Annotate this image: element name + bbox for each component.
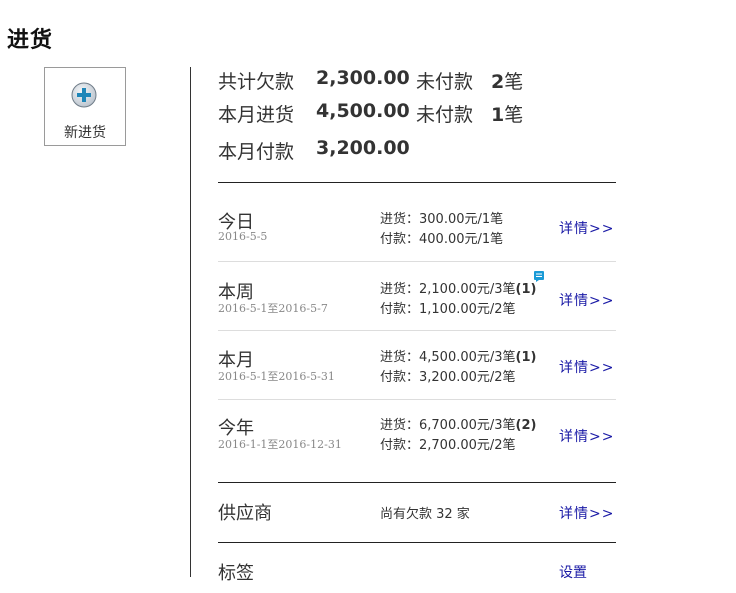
divider <box>218 261 616 262</box>
divider <box>218 330 616 331</box>
divider <box>218 182 616 183</box>
period-detail-link[interactable]: 详情>> <box>559 426 614 446</box>
period-detail-link[interactable]: 详情>> <box>559 218 614 238</box>
period-purchase: 进货：2,100.00元/3笔(1) <box>380 282 537 297</box>
supplier-label: 供应商 <box>218 503 272 524</box>
note-icon[interactable] <box>534 271 544 282</box>
new-purchase-button[interactable]: 新进货 <box>44 67 126 146</box>
supplier-detail-link[interactable]: 详情>> <box>559 503 614 523</box>
summary-unpaid-count: 1笔 <box>491 104 524 126</box>
summary-label: 本月付款 <box>218 141 295 163</box>
summary-unpaid-label: 未付款 <box>416 104 474 126</box>
period-payment: 付款：1,100.00元/2笔 <box>380 302 516 317</box>
period-payment: 付款：400.00元/1笔 <box>380 232 504 247</box>
page-title: 进货 <box>7 28 54 53</box>
supplier-row: 供应商 尚有欠款 32 家 详情>> <box>218 499 616 529</box>
new-purchase-label: 新进货 <box>64 125 106 141</box>
tags-label: 标签 <box>218 563 254 584</box>
period-date: 2016-5-5 <box>218 230 268 243</box>
period-row-year: 今年 2016-1-1至2016-12-31 进货：6,700.00元/3笔(2… <box>218 414 616 474</box>
period-row-today: 今日 2016-5-5 进货：300.00元/1笔 付款：400.00元/1笔 … <box>218 208 616 268</box>
period-purchase: 进货：4,500.00元/3笔(1) <box>380 350 537 365</box>
period-date: 2016-1-1至2016-12-31 <box>218 438 342 451</box>
period-purchase: 进货：6,700.00元/3笔(2) <box>380 418 537 433</box>
summary-label: 本月进货 <box>218 104 295 126</box>
tags-settings-link[interactable]: 设置 <box>559 562 587 582</box>
period-date: 2016-5-1至2016-5-31 <box>218 370 335 383</box>
period-detail-link[interactable]: 详情>> <box>559 290 614 310</box>
supplier-debt-info: 尚有欠款 32 家 <box>380 507 470 522</box>
summary-amount: 3,200.00 <box>316 137 410 159</box>
plus-circle-icon <box>71 82 97 108</box>
period-detail-link[interactable]: 详情>> <box>559 357 614 377</box>
summary-unpaid-count: 2笔 <box>491 71 524 93</box>
summary-unpaid-label: 未付款 <box>416 71 474 93</box>
period-payment: 付款：2,700.00元/2笔 <box>380 438 516 453</box>
period-date: 2016-5-1至2016-5-7 <box>218 302 328 315</box>
summary-amount: 4,500.00 <box>316 100 410 122</box>
vertical-divider <box>190 67 191 577</box>
divider <box>218 482 616 483</box>
divider <box>218 399 616 400</box>
tags-row: 标签 设置 <box>218 559 616 589</box>
divider <box>218 542 616 543</box>
period-row-month: 本月 2016-5-1至2016-5-31 进货：4,500.00元/3笔(1)… <box>218 346 616 406</box>
period-row-week: 本周 2016-5-1至2016-5-7 进货：2,100.00元/3笔(1) … <box>218 271 616 338</box>
summary-label: 共计欠款 <box>218 71 295 93</box>
period-purchase: 进货：300.00元/1笔 <box>380 212 504 227</box>
summary-amount: 2,300.00 <box>316 67 410 89</box>
period-payment: 付款：3,200.00元/2笔 <box>380 370 516 385</box>
